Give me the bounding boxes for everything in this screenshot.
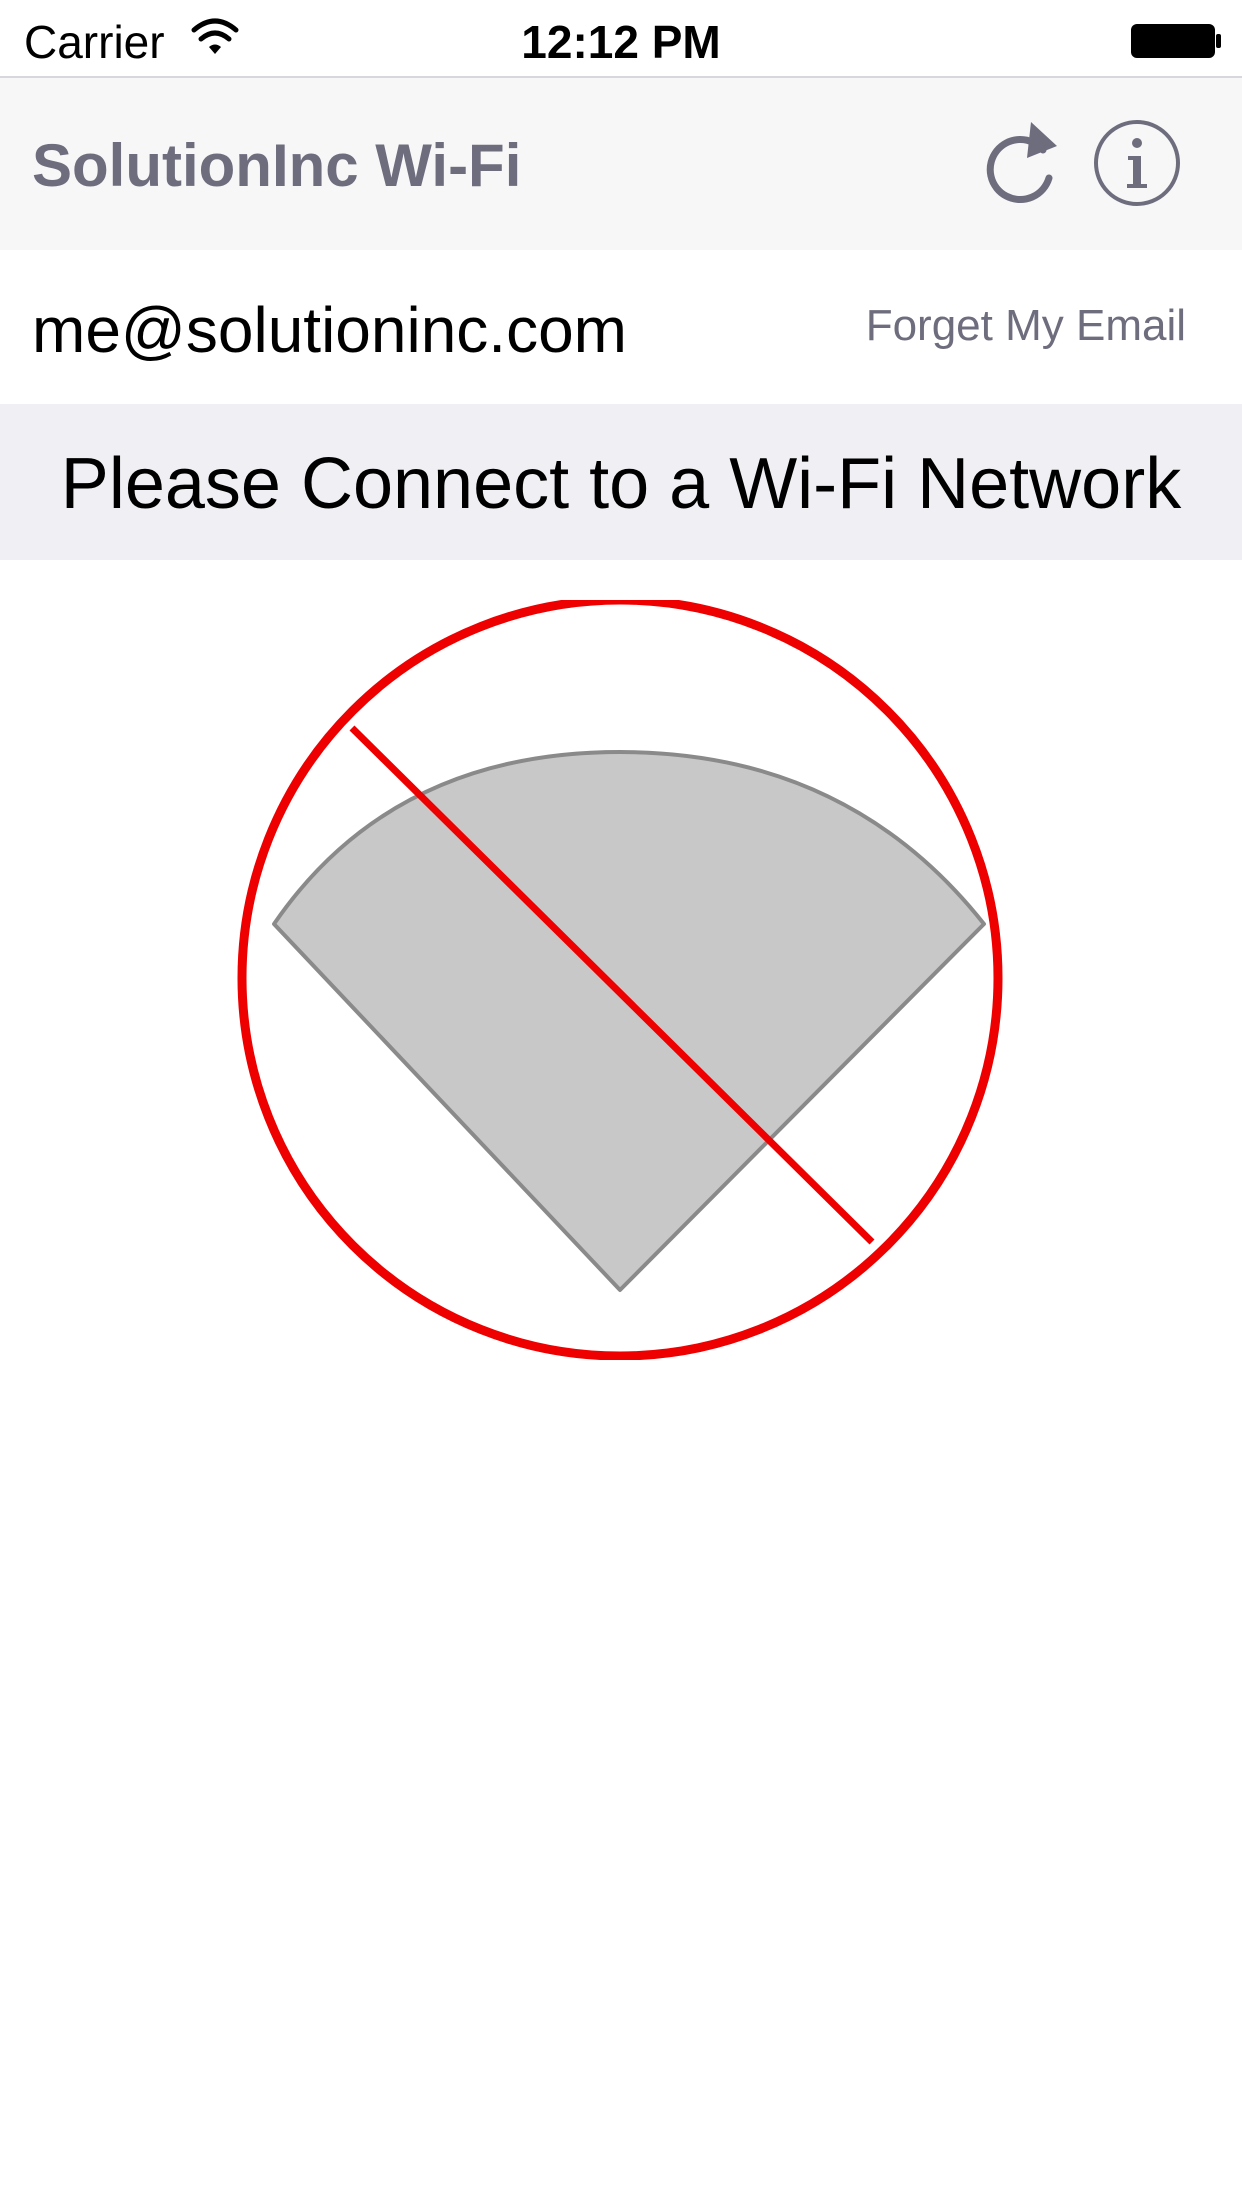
battery-full-icon	[1131, 24, 1221, 58]
app-screen: Carrier 12:12 PM SolutionInc Wi-Fi me@so…	[0, 0, 1242, 2208]
email-address: me@solutioninc.com	[32, 294, 627, 366]
email-row: me@solutioninc.com Forget My Email	[0, 250, 1242, 404]
navigation-bar: SolutionInc Wi-Fi	[0, 78, 1242, 250]
refresh-icon[interactable]	[975, 118, 1065, 208]
app-title: SolutionInc Wi-Fi	[32, 132, 522, 199]
status-bar: Carrier 12:12 PM	[0, 0, 1242, 78]
info-icon[interactable]	[1092, 118, 1182, 208]
connection-message-bar: Please Connect to a Wi-Fi Network	[0, 404, 1242, 560]
forget-email-button[interactable]: Forget My Email	[866, 298, 1186, 354]
wifi-wedge-shape	[272, 750, 986, 1292]
no-wifi-icon	[237, 600, 1003, 1360]
connection-message: Please Connect to a Wi-Fi Network	[60, 444, 1182, 524]
status-time: 12:12 PM	[521, 16, 721, 68]
